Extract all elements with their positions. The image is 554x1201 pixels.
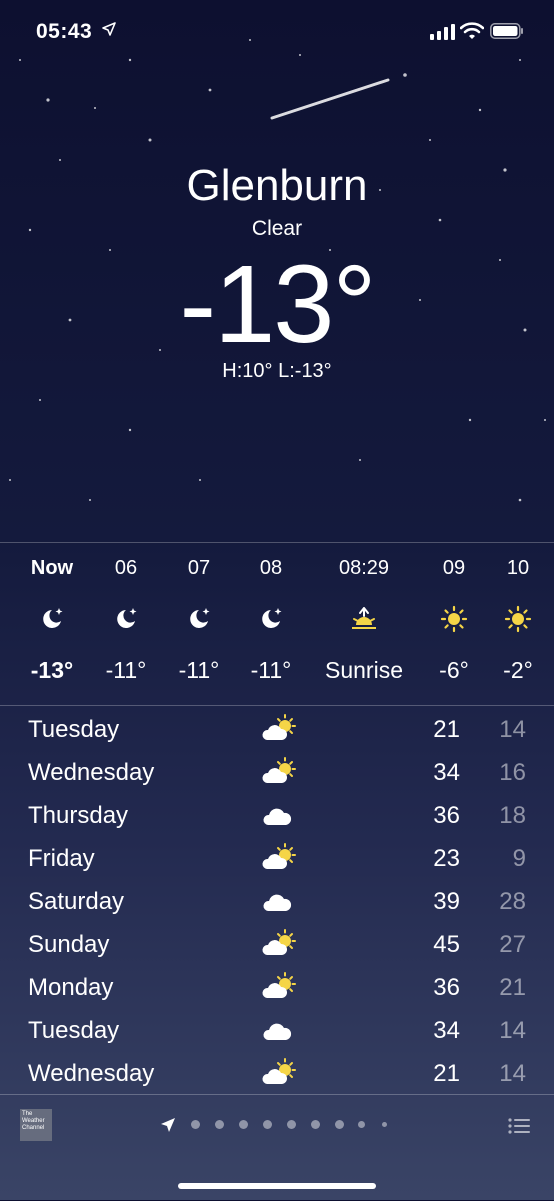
day-name: Monday — [28, 974, 114, 1001]
low-temp: 14 — [499, 1060, 526, 1087]
hour-temp: -11° — [250, 657, 292, 683]
cellular-signal-icon — [430, 24, 455, 40]
hour-label: 07 — [187, 557, 211, 579]
low-temp: 14 — [499, 1017, 526, 1044]
low-temp: 16 — [499, 759, 526, 786]
page-dot[interactable] — [191, 1120, 200, 1129]
day-name: Sunday — [28, 931, 110, 958]
low-temp: 27 — [499, 931, 526, 958]
city-name: Glenburn — [186, 161, 368, 210]
hour-label: 08:29 — [338, 557, 390, 579]
high-low-text: H:10° L:-13° — [222, 360, 332, 382]
current-temperature: -13° — [179, 243, 377, 366]
hour-temp: -11° — [105, 657, 147, 683]
high-temp: 36 — [433, 974, 460, 1001]
hour-temp: -13° — [30, 657, 74, 683]
condition-text: Clear — [251, 217, 303, 240]
hour-temp: -2° — [503, 657, 533, 683]
status-time: 05:43 — [36, 20, 93, 43]
status-bar: 05:43 — [0, 18, 554, 48]
hourly-forecast[interactable]: Now -13° 06 -11° 07 -11° 08 -11° 08:29 S… — [0, 542, 554, 706]
page-dot[interactable] — [358, 1121, 365, 1128]
hour-temp: Sunrise — [325, 657, 403, 683]
day-name: Wednesday — [28, 1060, 155, 1087]
sun-icon — [440, 605, 468, 633]
daily-row: Tuesday 34 14 — [0, 1013, 554, 1056]
daily-row: Wednesday 34 16 — [0, 755, 554, 798]
wifi-icon — [460, 22, 484, 39]
high-temp: 34 — [433, 759, 460, 786]
cloud-icon — [263, 894, 292, 911]
sunrise-icon — [352, 607, 376, 629]
low-temp: 9 — [512, 845, 526, 872]
location-arrow-icon — [102, 22, 116, 36]
high-temp: 23 — [433, 845, 460, 872]
moon-stars-icon — [43, 608, 63, 628]
high-temp: 34 — [433, 1017, 460, 1044]
hour-label: 06 — [114, 557, 138, 579]
bottom-toolbar: The Weather Channel — [0, 1094, 554, 1201]
page-dot[interactable] — [239, 1120, 248, 1129]
hour-temp: -11° — [178, 657, 220, 683]
page-dot[interactable] — [263, 1120, 272, 1129]
battery-icon — [490, 23, 523, 39]
partly-cloudy-icon — [262, 843, 296, 869]
partly-cloudy-icon — [262, 929, 296, 955]
low-temp: 14 — [499, 716, 526, 743]
high-temp: 36 — [433, 802, 460, 829]
daily-row: Thursday 36 18 — [0, 798, 554, 841]
day-name: Tuesday — [28, 1017, 120, 1044]
day-name: Saturday — [28, 888, 125, 915]
day-name: Wednesday — [28, 759, 155, 786]
high-temp: 39 — [433, 888, 460, 915]
page-dot[interactable] — [215, 1120, 224, 1129]
hour-label: Now — [30, 557, 74, 579]
high-temp: 21 — [433, 716, 460, 743]
daily-row: Tuesday 21 14 — [0, 712, 554, 755]
daily-forecast[interactable]: Tuesday 21 14 Wednesday 34 16 Thursday 3… — [0, 712, 554, 1099]
moon-stars-icon — [117, 608, 137, 628]
partly-cloudy-icon — [262, 972, 296, 998]
daily-row: Sunday 45 27 — [0, 927, 554, 970]
page-dot[interactable] — [287, 1120, 296, 1129]
partly-cloudy-icon — [262, 757, 296, 783]
day-name: Tuesday — [28, 716, 120, 743]
hour-label: 08 — [259, 557, 283, 579]
daily-row: Monday 36 21 — [0, 970, 554, 1013]
cloud-icon — [263, 1023, 292, 1040]
daily-row: Saturday 39 28 — [0, 884, 554, 927]
partly-cloudy-icon — [262, 1058, 296, 1084]
page-dot[interactable] — [335, 1120, 344, 1129]
high-temp: 21 — [433, 1060, 460, 1087]
current-weather-header: Glenburn Clear -13° H:10° L:-13° — [0, 160, 554, 383]
sun-icon — [504, 605, 532, 633]
high-temp: 45 — [433, 931, 460, 958]
moon-stars-icon — [262, 608, 282, 628]
low-temp: 21 — [499, 974, 526, 1001]
low-temp: 28 — [499, 888, 526, 915]
location-arrow-icon[interactable] — [160, 1117, 176, 1133]
page-dot[interactable] — [311, 1120, 320, 1129]
city-list-icon[interactable] — [508, 1117, 530, 1135]
cloud-icon — [263, 808, 292, 825]
partly-cloudy-icon — [262, 714, 296, 740]
daily-row: Friday 23 9 — [0, 841, 554, 884]
home-indicator[interactable] — [178, 1183, 376, 1189]
daily-row: Wednesday 21 14 — [0, 1056, 554, 1099]
weather-channel-logo[interactable]: The Weather Channel — [20, 1109, 52, 1141]
day-name: Friday — [28, 845, 95, 872]
page-dot[interactable] — [382, 1122, 387, 1127]
hour-label: 10 — [506, 557, 530, 579]
low-temp: 18 — [499, 802, 526, 829]
moon-stars-icon — [190, 608, 210, 628]
day-name: Thursday — [28, 802, 129, 829]
